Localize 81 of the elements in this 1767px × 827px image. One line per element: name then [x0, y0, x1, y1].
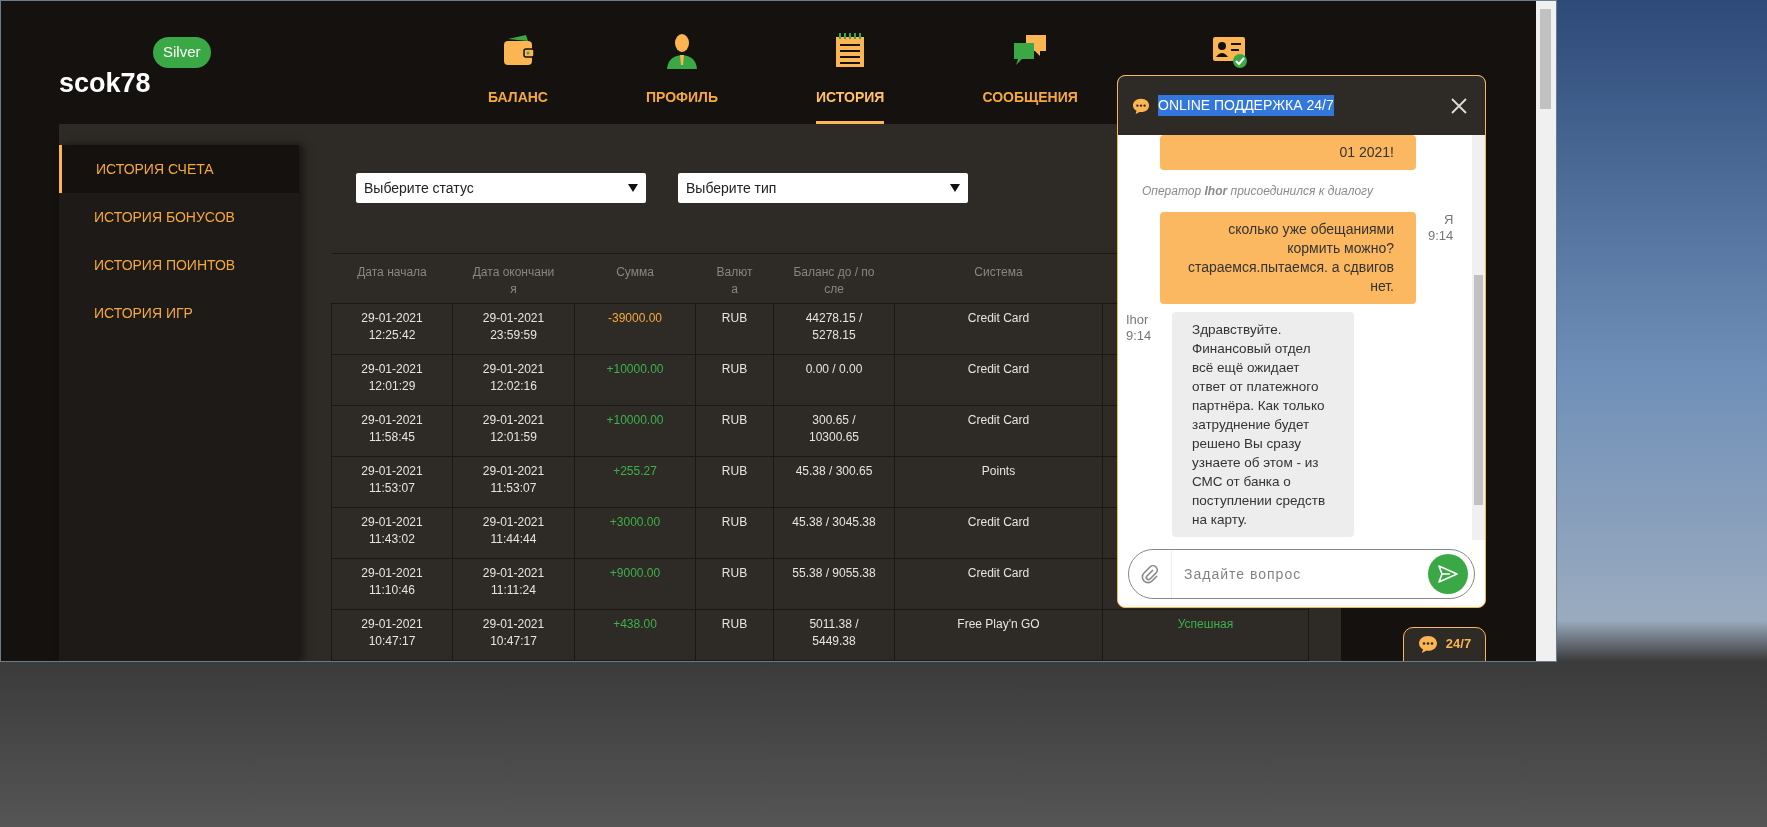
dropdown-arrow-icon	[950, 184, 960, 192]
date-cell-text: 29-01-2021 11:53:07	[481, 463, 546, 497]
sender-name: Ihor	[1126, 312, 1150, 328]
scrollbar[interactable]	[1472, 135, 1485, 540]
chat-bubble-icon	[1132, 96, 1150, 115]
sidebar-item[interactable]: ИСТОРИЯ ПОИНТОВ	[59, 241, 299, 289]
nav-tab[interactable]: СООБЩЕНИЯ	[982, 1, 1078, 124]
currency-cell: RUB	[721, 617, 748, 631]
date-cell-text: 29-01-2021 11:11:24	[481, 565, 546, 599]
message-time: 9:14	[1428, 228, 1454, 244]
nav-tab[interactable]: ПРОФИЛЬ	[645, 1, 718, 124]
amount-cell: +3000.00	[609, 515, 661, 529]
currency-cell: RUB	[721, 464, 748, 478]
message-time: 9:14	[1126, 328, 1153, 344]
message-bubble: 01 2021!	[1160, 135, 1416, 170]
date-cell-text: 29-01-2021 12:01:59	[481, 412, 546, 446]
support-launcher[interactable]: 24/7	[1403, 627, 1486, 661]
sender-name: Я	[1443, 212, 1454, 228]
date-cell-text: 29-01-2021 10:47:17	[481, 616, 546, 650]
column-header: Система	[894, 253, 1103, 304]
date-cell-text: 29-01-2021 11:58:45	[360, 412, 424, 446]
username: scok78	[59, 67, 151, 100]
date-cell-text: 29-01-2021 10:47:17	[360, 616, 424, 650]
system-cell: Credit Card	[967, 566, 1030, 580]
message-bubble: сколько уже обещаниями кормить можно? стараемся.пытаемся. а сдвигов нет.	[1160, 212, 1416, 304]
status-cell: Успешная	[1177, 617, 1234, 631]
system-cell: Credit Card	[967, 413, 1030, 427]
system-cell: Credit Card	[967, 362, 1030, 376]
message-bubble: Здравствуйте. Финансовый отдел всё ещё ожидает ответ от платежного партнёра. Как только затруднение будет решено Вы сразу узнаете об этом - из СМС от банка о поступлении средств на карту.	[1172, 312, 1354, 537]
date-cell-text: 29-01-2021 12:25:42	[360, 310, 424, 344]
system-cell: Free Play'n GO	[957, 617, 1040, 631]
chat-bubble-icon	[1417, 634, 1438, 654]
send-button[interactable]	[1428, 553, 1468, 594]
chat-title: ONLINE ПОДДЕРЖКА 24/7	[1158, 95, 1334, 116]
amount-cell: +10000.00	[606, 362, 664, 376]
message-input[interactable]: Задайте вопрос	[1128, 548, 1475, 599]
amount-cell: +9000.00	[609, 566, 661, 580]
balance-cell: 300.65 / 10300.65	[808, 413, 860, 444]
dropdown-arrow-icon	[628, 184, 638, 192]
send-icon	[1438, 564, 1458, 583]
balance-cell: 44278.15 / 5278.15	[805, 311, 863, 342]
date-cell-text: 29-01-2021 11:44:44	[481, 514, 546, 548]
currency-cell: RUB	[721, 311, 748, 325]
system-note: Оператор Ihor присоединился к диалогу	[1141, 183, 1375, 200]
currency-cell: RUB	[721, 413, 748, 427]
page-scrollbar[interactable]	[1536, 1, 1556, 661]
date-cell-text: 29-01-2021 23:59:59	[481, 310, 546, 344]
date-cell-text: 29-01-2021 12:01:29	[360, 361, 424, 395]
select-field[interactable]: Выберите статус	[356, 173, 646, 203]
level-badge: Silver	[153, 37, 211, 68]
balance-cell: 45.38 / 300.65	[795, 464, 873, 478]
balance-cell: 5011.38 / 5449.38	[809, 617, 859, 648]
balance-cell: 55.38 / 9055.38	[792, 566, 876, 580]
paperclip-icon	[1141, 563, 1159, 584]
system-cell: Points	[981, 464, 1016, 478]
sidebar-item[interactable]: ИСТОРИЯ СЧЕТА	[59, 145, 299, 193]
amount-cell: -39000.00	[607, 311, 662, 325]
select-field[interactable]: Выберите тип	[678, 173, 968, 203]
amount-cell: +255.27	[613, 464, 657, 478]
currency-cell: RUB	[721, 566, 748, 580]
column-header: Дата начала	[331, 253, 453, 304]
balance-cell: 45.38 / 3045.38	[792, 515, 876, 529]
system-cell: Credit Card	[967, 311, 1030, 325]
system-cell: Credit Card	[967, 515, 1030, 529]
currency-cell: RUB	[721, 362, 748, 376]
close-icon	[1451, 97, 1467, 114]
date-cell-text: 29-01-2021 11:10:46	[360, 565, 424, 599]
nav-tab[interactable]: БАЛАНС	[488, 1, 548, 124]
date-cell-text: 29-01-2021 11:53:07	[360, 463, 424, 497]
column-header: Валюта	[695, 253, 774, 304]
sidebar-item[interactable]: ИСТОРИЯ БОНУСОВ	[59, 193, 299, 241]
column-header: Сумма	[574, 253, 696, 304]
amount-cell: +438.00	[613, 617, 657, 631]
date-cell-text: 29-01-2021 12:02:16	[481, 361, 546, 395]
sidebar-item[interactable]: ИСТОРИЯ ИГР	[59, 289, 299, 337]
balance-cell: 0.00 / 0.00	[805, 362, 863, 376]
column-header: Баланс до / после	[773, 253, 895, 304]
amount-cell: +10000.00	[606, 413, 664, 427]
date-cell-text: 29-01-2021 11:43:02	[360, 514, 424, 548]
column-header: Дата окончания	[452, 253, 575, 304]
currency-cell: RUB	[721, 515, 748, 529]
